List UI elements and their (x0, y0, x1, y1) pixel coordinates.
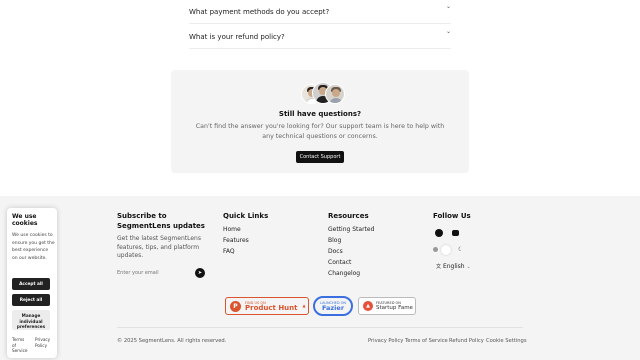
contact-support-button[interactable]: Contact Support (296, 151, 344, 163)
accept-all-button[interactable]: Accept all (12, 278, 50, 290)
footer-link-contact[interactable]: Contact (328, 259, 351, 266)
footer-link-refund[interactable]: Refund Policy (449, 338, 484, 344)
toggle-knob[interactable] (441, 245, 451, 255)
email-input[interactable] (117, 267, 193, 278)
footer-link-blog[interactable]: Blog (328, 237, 341, 244)
badge-big-text: Fazier (321, 303, 345, 312)
cookie-banner: We use cookies We use cookies to ensure … (7, 208, 57, 358)
chevron-down-icon: ⌄ (445, 3, 451, 10)
footer-link-features[interactable]: Features (223, 237, 249, 244)
subscribe-title: Subscribe to SegmentLens updates (117, 212, 205, 230)
footer-link-getting-started[interactable]: Getting Started (328, 226, 374, 233)
cookie-text: We use cookies to ensure you get the bes… (12, 233, 55, 261)
fazier-badge[interactable]: LAUNCHED ON Fazier (313, 296, 353, 316)
badge-big-text: Product Hunt (245, 303, 298, 312)
globe-icon: 文 (436, 264, 442, 270)
flame-icon: ▲ (363, 301, 373, 311)
badge-big-text: Startup Fame (376, 304, 413, 311)
faq-item-payment[interactable]: What payment methods do you accept? ⌄ (189, 0, 451, 24)
theme-toggle[interactable]: ☾ (433, 245, 467, 255)
startup-fame-badge[interactable]: ▲ FEATURED ON Startup Fame (358, 297, 416, 315)
footer-link-terms[interactable]: Terms of Service (405, 338, 448, 344)
faq-question: What is your refund policy? (189, 32, 285, 41)
upvote-icon: ▲ (302, 303, 306, 308)
quick-links-heading: Quick Links (223, 212, 269, 220)
footer-divider (117, 327, 523, 328)
subscribe-description: Get the latest SegmentLens features, tip… (117, 235, 201, 259)
footer-link-faq[interactable]: FAQ (223, 248, 235, 255)
cookie-privacy-link[interactable]: Privacy Policy (35, 337, 53, 348)
github-icon[interactable] (435, 229, 443, 237)
sun-icon (433, 247, 438, 252)
follow-heading: Follow Us (433, 212, 471, 220)
footer-link-privacy[interactable]: Privacy Policy (368, 338, 403, 344)
cookie-terms-link[interactable]: Terms of Service (12, 337, 28, 354)
moon-icon: ☾ (458, 246, 464, 253)
discord-icon[interactable] (452, 230, 459, 236)
copyright: © 2025 SegmentLens. All rights reserved. (117, 338, 227, 344)
faq-item-refund[interactable]: What is your refund policy? ⌄ (189, 25, 451, 49)
product-hunt-icon: P (230, 300, 241, 312)
reject-all-button[interactable]: Reject all (12, 294, 50, 306)
faq-question: What payment methods do you accept? (189, 7, 330, 16)
language-select[interactable]: 文 English ⌄ (436, 263, 471, 270)
cookie-title: We use cookies (12, 213, 38, 227)
resources-heading: Resources (328, 212, 369, 220)
manage-preferences-button[interactable]: Manage individual preferences (12, 310, 50, 330)
subscribe-button[interactable]: ➤ (195, 268, 205, 278)
footer-link-changelog[interactable]: Changelog (328, 270, 360, 277)
send-icon: ➤ (197, 270, 203, 276)
support-description: Can't find the answer you're looking for… (195, 123, 445, 140)
footer-link-cookie-settings[interactable]: Cookie Settings (486, 338, 527, 344)
support-card: Still have questions? Can't find the ans… (171, 70, 469, 173)
footer-link-home[interactable]: Home (223, 226, 241, 233)
avatar-group (301, 82, 345, 104)
language-value: English (442, 263, 465, 270)
avatar (325, 84, 345, 104)
chevron-down-icon: ⌄ (466, 264, 471, 270)
chevron-down-icon: ⌄ (445, 28, 451, 35)
product-hunt-badge[interactable]: P FIND US ON Product Hunt ▲ (225, 297, 309, 315)
footer: Subscribe to SegmentLens updates Get the… (0, 196, 640, 360)
support-title: Still have questions? (278, 110, 362, 118)
footer-link-docs[interactable]: Docs (328, 248, 343, 255)
